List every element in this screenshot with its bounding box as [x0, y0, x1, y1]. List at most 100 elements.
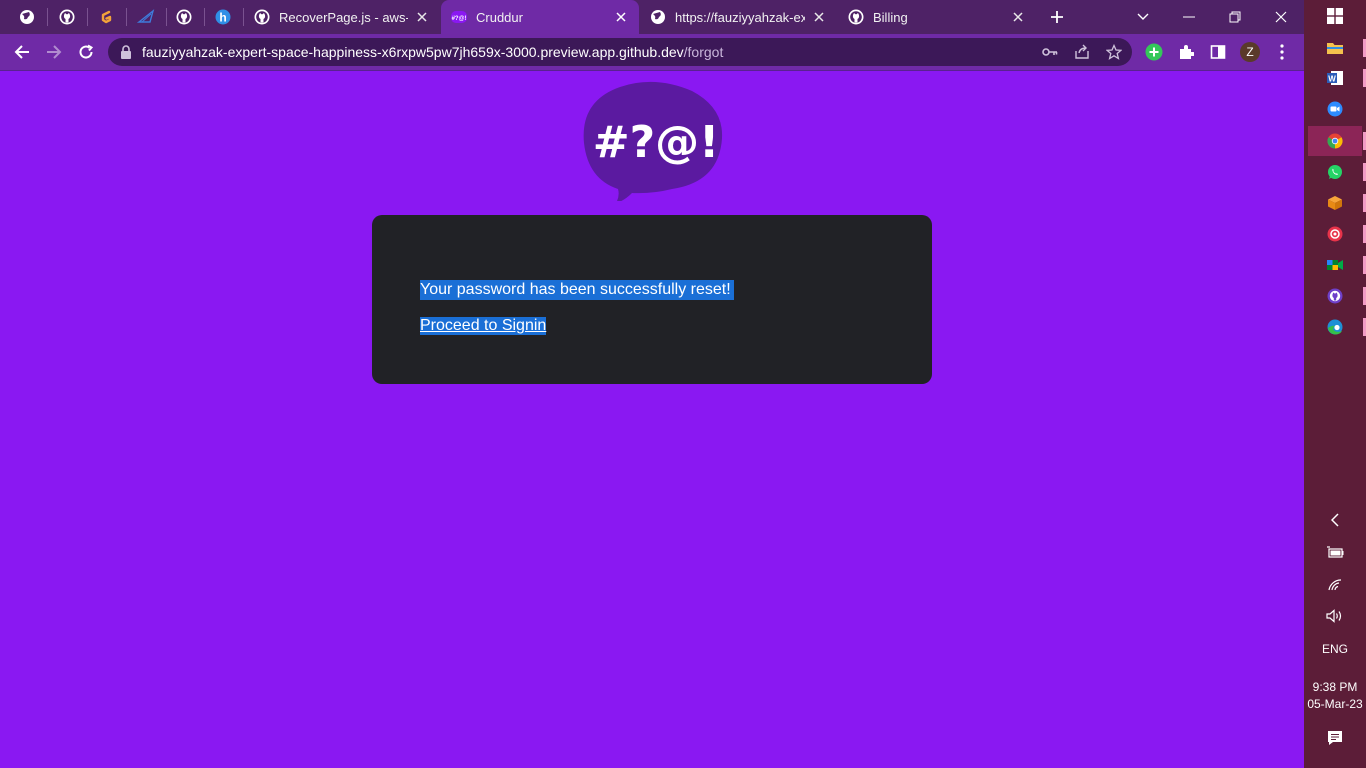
start-button[interactable] [1308, 1, 1362, 31]
windows-taskbar: W ENG 9:38 PM 05-Mar-23 [1304, 0, 1366, 768]
extension-plus-icon[interactable] [1140, 38, 1168, 66]
tab-cruddur[interactable]: #?@! Cruddur [441, 0, 639, 34]
language-indicator[interactable]: ENG [1304, 640, 1366, 658]
bookmark-star-icon[interactable] [1100, 38, 1128, 66]
password-key-icon[interactable] [1036, 38, 1064, 66]
tab-billing[interactable]: Billing [838, 0, 1036, 34]
pinned-tab-sail[interactable] [127, 4, 165, 30]
tab-title: https://fauziyyahzak-expe [675, 9, 805, 25]
github-icon [254, 9, 270, 25]
new-tab-button[interactable] [1038, 4, 1076, 30]
chevron-down-icon [1137, 13, 1149, 20]
share-icon[interactable] [1068, 38, 1096, 66]
address-bar[interactable]: fauziyyahzak-expert-space-happiness-x6rx… [108, 38, 1132, 66]
side-panel-icon[interactable] [1204, 38, 1232, 66]
restore-icon [1229, 11, 1241, 23]
pinned-tab-globe[interactable] [8, 4, 46, 30]
close-window-button[interactable] [1258, 0, 1304, 34]
sail-icon [137, 9, 155, 23]
reload-button[interactable] [72, 38, 100, 66]
close-icon [1275, 11, 1287, 23]
close-icon[interactable] [1010, 9, 1026, 25]
reload-icon [79, 44, 94, 59]
volume-tray-button[interactable] [1304, 606, 1366, 626]
notifications-button[interactable] [1304, 728, 1366, 748]
taskbar-word[interactable]: W [1308, 63, 1362, 93]
success-message: Your password has been successfully rese… [420, 280, 734, 300]
arrow-right-icon [47, 45, 62, 59]
battery-tray-button[interactable] [1304, 542, 1366, 562]
close-icon[interactable] [414, 9, 430, 25]
forward-button[interactable] [40, 38, 68, 66]
pinned-tab-gitpod[interactable] [87, 4, 125, 30]
word-icon: W [1327, 71, 1343, 85]
github-icon [59, 9, 75, 25]
svg-text:W: W [1328, 75, 1336, 84]
taskbar-github-desktop[interactable] [1308, 281, 1362, 311]
url-host: fauziyyahzak-expert-space-happiness-x6rx… [142, 44, 684, 60]
hashnode-icon: h [215, 9, 231, 25]
taskbar-file-explorer[interactable] [1308, 33, 1362, 63]
tab-title: Billing [873, 9, 908, 25]
taskbar-meet[interactable] [1308, 250, 1362, 280]
back-button[interactable] [8, 38, 36, 66]
screen-recorder-icon [1327, 226, 1343, 242]
tab-title: Cruddur [476, 9, 523, 25]
speaker-icon [1326, 609, 1342, 623]
chrome-icon [1327, 133, 1343, 149]
taskbar-edge[interactable] [1308, 312, 1362, 342]
taskbar-box[interactable] [1308, 188, 1362, 218]
reset-success-card: Your password has been successfully rese… [372, 215, 932, 384]
url-text: fauziyyahzak-expert-space-happiness-x6rx… [142, 44, 723, 60]
taskbar-chrome[interactable] [1308, 126, 1362, 156]
tab-search-button[interactable] [1120, 0, 1166, 34]
battery-plug-icon [1327, 546, 1344, 558]
wifi-tray-button[interactable] [1304, 575, 1366, 595]
restore-button[interactable] [1212, 0, 1258, 34]
cruddur-icon: #?@! [451, 11, 467, 23]
minimize-button[interactable] [1166, 0, 1212, 34]
minimize-icon [1183, 16, 1195, 18]
cruddur-logo: #?@! [583, 81, 723, 201]
clock-date: 05-Mar-23 [1307, 697, 1363, 711]
meet-icon [1327, 260, 1343, 270]
globe-icon [20, 10, 34, 24]
taskbar-screen-recorder[interactable] [1308, 219, 1362, 249]
tab-title: RecoverPage.js - aws-boo [279, 9, 408, 25]
profile-avatar[interactable]: Z [1236, 38, 1264, 66]
zoom-icon [1327, 101, 1343, 117]
svg-text:#?@!: #?@! [452, 16, 467, 22]
proceed-signin-link[interactable]: Proceed to Signin [420, 317, 547, 335]
svg-text:h: h [219, 11, 226, 25]
menu-kebab-icon[interactable] [1268, 38, 1296, 66]
arrow-left-icon [14, 45, 29, 59]
box-icon [1328, 196, 1342, 210]
close-icon[interactable] [613, 9, 629, 25]
pinned-tab-hashnode[interactable]: h [204, 4, 242, 30]
lock-icon [121, 45, 131, 59]
windows-start-icon [1327, 8, 1343, 24]
show-hidden-icons-button[interactable] [1304, 510, 1366, 530]
tab-recoverpage[interactable]: RecoverPage.js - aws-boo [244, 0, 440, 34]
extensions-puzzle-icon[interactable] [1172, 38, 1200, 66]
browser-window: h RecoverPage.js - aws-boo #?@! Cruddur … [0, 0, 1304, 768]
wifi-icon [1328, 579, 1342, 591]
pinned-tab-github[interactable] [48, 4, 86, 30]
github-icon [176, 9, 192, 25]
github-desktop-icon [1327, 288, 1343, 304]
github-icon [848, 9, 864, 25]
taskbar-whatsapp[interactable] [1308, 157, 1362, 187]
tab-preview-url[interactable]: https://fauziyyahzak-expe [640, 0, 837, 34]
pinned-tab-github-2[interactable] [165, 4, 203, 30]
file-explorer-icon [1327, 43, 1343, 54]
chevron-left-icon [1331, 513, 1339, 527]
edge-icon [1327, 319, 1343, 335]
plus-icon [1051, 11, 1063, 23]
profile-initial: Z [1246, 45, 1253, 59]
clock-time: 9:38 PM [1312, 680, 1358, 694]
system-clock[interactable]: 9:38 PM 05-Mar-23 [1304, 679, 1366, 713]
taskbar-zoom[interactable] [1308, 94, 1362, 124]
close-icon[interactable] [811, 9, 827, 25]
whatsapp-icon [1328, 165, 1342, 179]
browser-toolbar: fauziyyahzak-expert-space-happiness-x6rx… [0, 34, 1304, 71]
